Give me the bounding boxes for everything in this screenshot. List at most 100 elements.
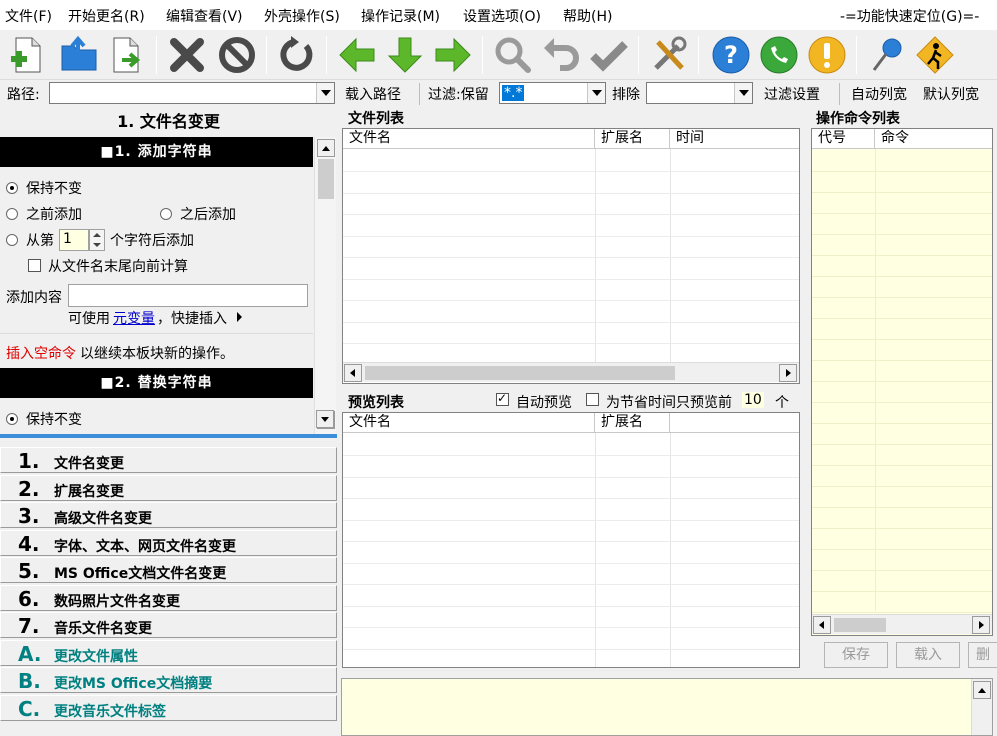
menu-log[interactable]: 操作记录(M) (361, 6, 440, 26)
phone-icon[interactable] (758, 34, 800, 76)
file-list-hscrollbar[interactable] (343, 362, 799, 382)
category-button[interactable]: 3. 高级文件名变更 (0, 502, 337, 528)
hscroll-thumb[interactable] (365, 366, 675, 380)
add-folder-icon[interactable] (58, 34, 100, 76)
delete-icon[interactable] (166, 34, 208, 76)
pin-icon[interactable] (866, 34, 908, 76)
command-list-hscrollbar[interactable] (812, 614, 992, 634)
tools-icon[interactable] (648, 34, 690, 76)
category-button[interactable]: C. 更改音乐文件标签 (0, 694, 337, 721)
export-file-icon[interactable] (106, 34, 148, 76)
cmd-scroll-right-icon[interactable] (972, 616, 990, 634)
menu-quick-locate[interactable]: -=功能快速定位(G)=- (840, 6, 979, 26)
category-button[interactable]: 6. 数码照片文件名变更 (0, 584, 337, 611)
move-right-icon[interactable] (432, 34, 474, 76)
col-filename[interactable]: 文件名 (343, 129, 595, 149)
auto-width-button[interactable]: 自动列宽 (851, 84, 907, 104)
preview-count-input[interactable]: 10 (742, 392, 764, 408)
category-button[interactable]: 4. 字体、文本、网页文件名变更 (0, 529, 337, 556)
insert-empty-command-row: 插入空命令 以继续本板块新的操作。 (0, 333, 313, 367)
cmd-hscroll-thumb[interactable] (834, 618, 886, 632)
save-time-checkbox[interactable] (586, 393, 599, 406)
undo-icon[interactable] (540, 34, 582, 76)
stepper-down-icon[interactable] (93, 243, 101, 247)
count-from-end-checkbox[interactable] (28, 259, 41, 272)
more-commands-button[interactable]: 删 (968, 642, 997, 668)
stepper-up-icon[interactable] (93, 233, 101, 237)
menu-settings[interactable]: 设置选项(O) (463, 6, 541, 26)
warning-icon[interactable] (806, 34, 848, 76)
move-down-icon[interactable] (384, 34, 426, 76)
splitter-bar[interactable] (0, 434, 337, 438)
quick-insert-arrow-icon[interactable] (237, 312, 242, 322)
path-dropdown-icon[interactable] (316, 83, 334, 103)
list-row-line (812, 612, 992, 613)
category-button[interactable]: B. 更改MS Office文档摘要 (0, 667, 337, 693)
exclude-dropdown-icon[interactable] (734, 83, 752, 103)
exit-icon[interactable] (914, 34, 956, 76)
keep-unchanged-radio[interactable] (6, 182, 18, 194)
category-button[interactable]: 1. 文件名变更 (0, 447, 337, 473)
path-combo[interactable] (49, 82, 335, 104)
col-time[interactable]: 时间 (670, 129, 799, 149)
from-position-radio[interactable] (6, 234, 18, 246)
load-commands-button[interactable]: 载入 (896, 642, 960, 668)
col-code[interactable]: 代号 (812, 129, 875, 149)
help-icon[interactable]: ? (710, 34, 752, 76)
add-before-radio[interactable] (6, 208, 18, 220)
add-file-icon[interactable] (6, 34, 48, 76)
save-commands-button[interactable]: 保存 (824, 642, 888, 668)
replace-keep-radio[interactable] (6, 413, 18, 425)
col-extension[interactable]: 扩展名 (595, 129, 670, 149)
scroll-right-icon[interactable] (779, 364, 797, 382)
message-scrollbar[interactable] (971, 679, 992, 735)
list-row-line (343, 584, 799, 585)
default-width-button[interactable]: 默认列宽 (923, 84, 979, 104)
menu-file[interactable]: 文件(F) (5, 6, 52, 26)
category-button[interactable]: 2. 扩展名变更 (0, 474, 337, 501)
auto-preview-checkbox[interactable] (496, 391, 509, 406)
preview-list[interactable]: 文件名 扩展名 (342, 412, 800, 671)
menu-help[interactable]: 帮助(H) (563, 6, 612, 26)
scroll-up-icon[interactable] (317, 139, 335, 157)
preview-col-filename[interactable]: 文件名 (343, 413, 595, 433)
list-row-line (343, 605, 799, 607)
message-area[interactable] (341, 678, 993, 736)
options-scrollbar[interactable] (314, 137, 336, 437)
cmd-scroll-left-icon[interactable] (813, 616, 831, 634)
list-row-line (343, 648, 799, 650)
position-input[interactable]: 1 (59, 229, 89, 251)
check-icon[interactable] (588, 34, 630, 76)
meta-variable-link[interactable]: 元变量 (113, 308, 155, 328)
file-list[interactable]: 文件名 扩展名 时间 (342, 128, 800, 384)
menu-rename[interactable]: 开始更名(R) (68, 6, 145, 26)
filter-settings-button[interactable]: 过滤设置 (764, 84, 820, 104)
replace-keep-label: 保持不变 (26, 412, 82, 428)
menu-shell[interactable]: 外壳操作(S) (264, 6, 340, 26)
move-left-icon[interactable] (336, 34, 378, 76)
scroll-left-icon[interactable] (344, 364, 362, 382)
category-button[interactable]: 7. 音乐文件名变更 (0, 612, 337, 638)
scroll-thumb[interactable] (318, 159, 334, 199)
add-after-radio[interactable] (160, 208, 172, 220)
search-icon[interactable] (492, 34, 534, 76)
message-scroll-up-icon[interactable] (973, 681, 991, 699)
cancel-icon[interactable] (216, 34, 258, 76)
filter-dropdown-icon[interactable] (587, 83, 605, 103)
panel-scroll-down-icon[interactable] (316, 410, 334, 428)
command-list[interactable]: 代号 命令 (811, 128, 993, 636)
quick-insert-label[interactable]: ，快捷插入 (157, 308, 227, 328)
list-row-line (343, 321, 799, 323)
add-content-input[interactable] (68, 284, 308, 307)
load-path-button[interactable]: 载入路径 (345, 84, 401, 104)
col-command[interactable]: 命令 (875, 129, 992, 149)
refresh-icon[interactable] (276, 34, 318, 76)
position-stepper[interactable] (89, 229, 105, 251)
menu-edit-view[interactable]: 编辑查看(V) (166, 6, 243, 26)
insert-empty-command-link[interactable]: 插入空命令 (6, 343, 76, 363)
preview-col-extension[interactable]: 扩展名 (595, 413, 670, 433)
category-button[interactable]: A. 更改文件属性 (0, 639, 337, 666)
category-button[interactable]: 5. MS Office文档文件名变更 (0, 557, 337, 583)
filter-combo[interactable]: *.* (499, 82, 606, 104)
exclude-combo[interactable] (646, 82, 753, 104)
